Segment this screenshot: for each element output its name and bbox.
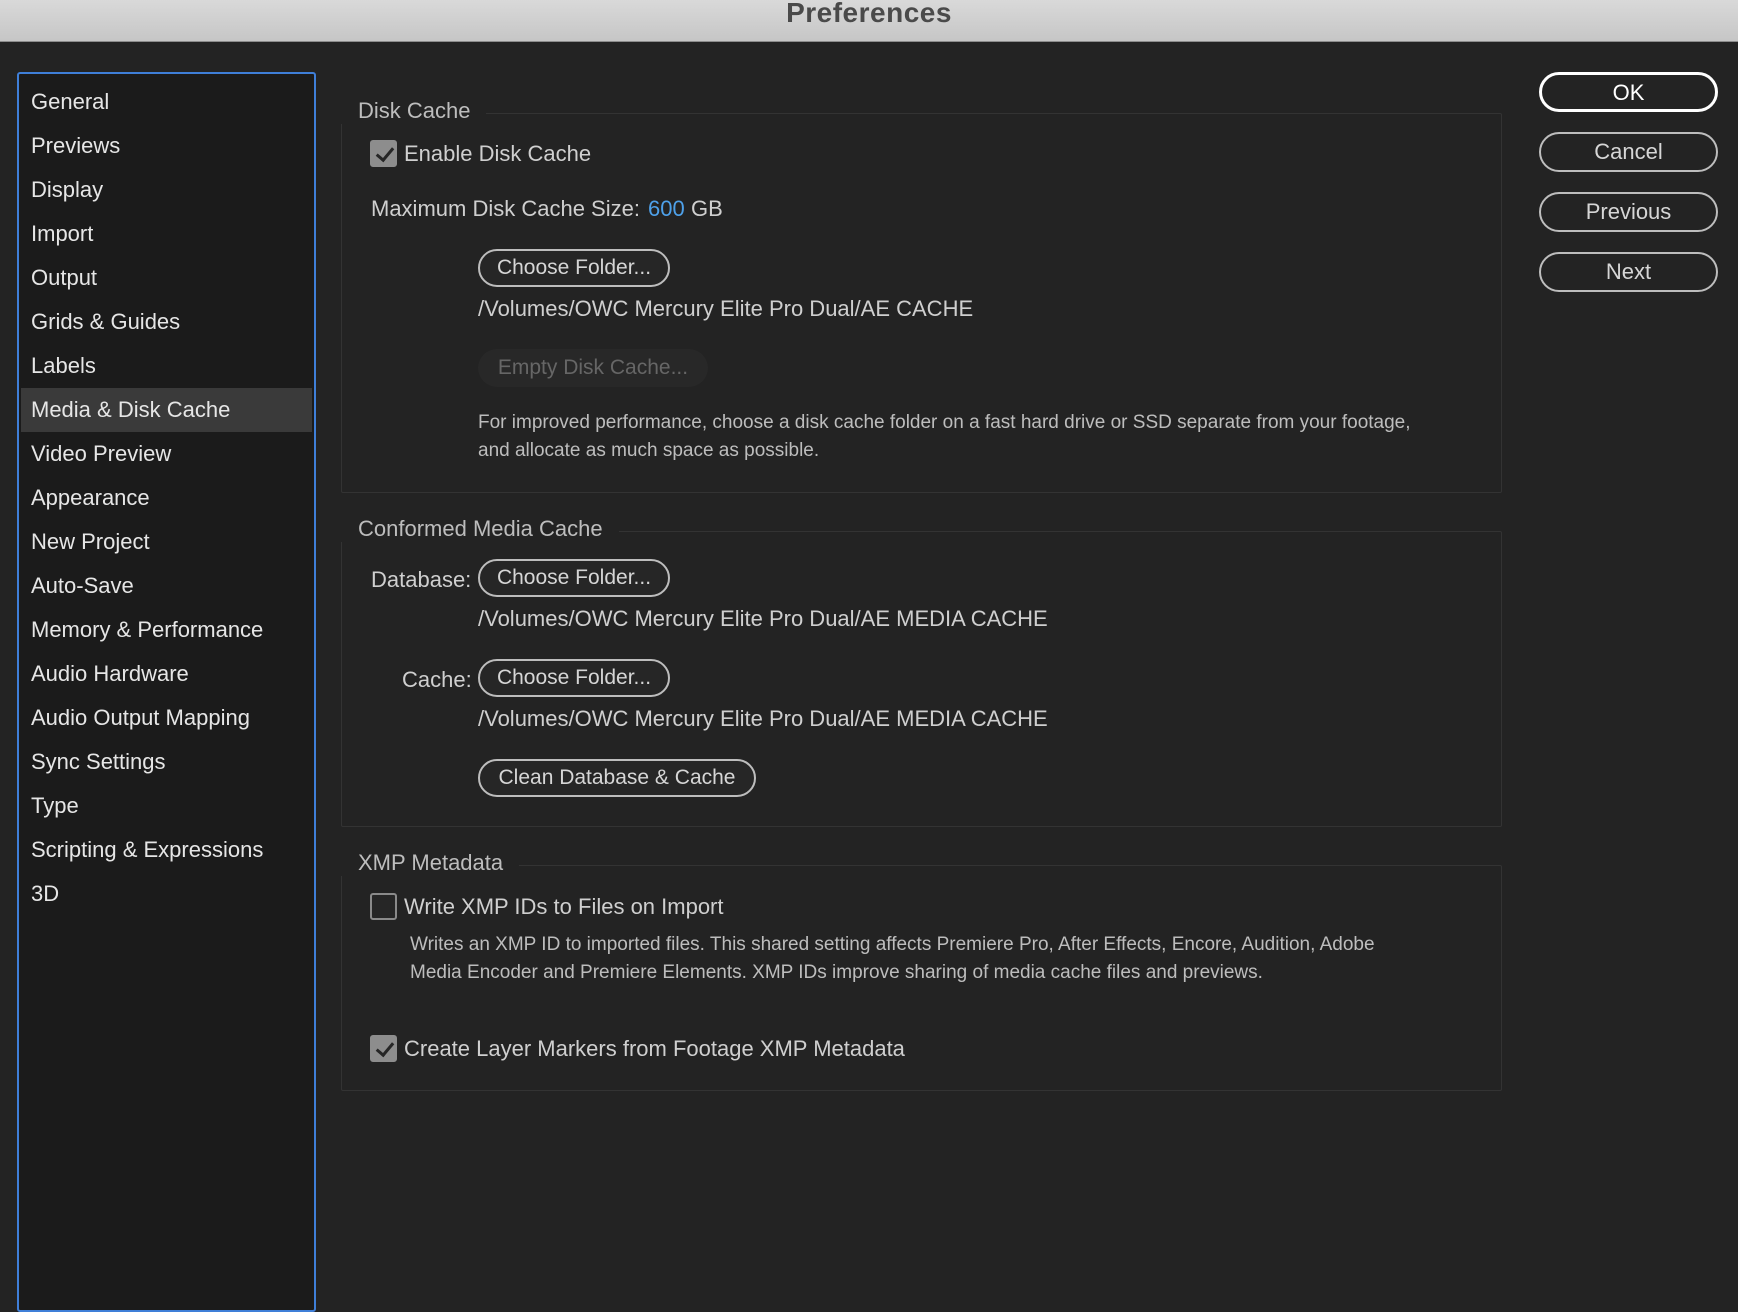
sidebar-item-media-disk-cache[interactable]: Media & Disk Cache bbox=[21, 388, 312, 432]
sidebar-item-output[interactable]: Output bbox=[21, 256, 312, 300]
create-layer-markers-checkbox[interactable] bbox=[370, 1035, 397, 1062]
previous-button[interactable]: Previous bbox=[1539, 192, 1718, 232]
sidebar-item-display[interactable]: Display bbox=[21, 168, 312, 212]
disk-cache-title: Disk Cache bbox=[341, 98, 487, 124]
cache-label: Cache: bbox=[402, 667, 472, 692]
disk-cache-help-line-2: and allocate as much space as possible. bbox=[478, 440, 820, 461]
cancel-button[interactable]: Cancel bbox=[1539, 132, 1718, 172]
sidebar-item-video-preview[interactable]: Video Preview bbox=[21, 432, 312, 476]
title-bar: Preferences bbox=[0, 0, 1738, 42]
sidebar-item-sync-settings[interactable]: Sync Settings bbox=[21, 740, 312, 784]
max-disk-cache-label: Maximum Disk Cache Size: bbox=[371, 196, 640, 221]
enable-disk-cache-checkbox[interactable] bbox=[370, 140, 397, 167]
write-xmp-ids-description: Writes an XMP ID to imported files. This… bbox=[410, 931, 1470, 987]
clean-database-cache-button[interactable]: Clean Database & Cache bbox=[478, 759, 756, 797]
sidebar-item-auto-save[interactable]: Auto-Save bbox=[21, 564, 312, 608]
sidebar-item-grids-guides[interactable]: Grids & Guides bbox=[21, 300, 312, 344]
next-button[interactable]: Next bbox=[1539, 252, 1718, 292]
sidebar-item-audio-output-mapping[interactable]: Audio Output Mapping bbox=[21, 696, 312, 740]
max-disk-cache-value[interactable]: 600 bbox=[648, 196, 685, 222]
disk-cache-choose-folder-button[interactable]: Choose Folder... bbox=[478, 249, 670, 287]
sidebar-item-type[interactable]: Type bbox=[21, 784, 312, 828]
sidebar-item-previews[interactable]: Previews bbox=[21, 124, 312, 168]
cache-path: /Volumes/OWC Mercury Elite Pro Dual/AE M… bbox=[478, 706, 1048, 731]
sidebar-item-new-project[interactable]: New Project bbox=[21, 520, 312, 564]
sidebar-item-import[interactable]: Import bbox=[21, 212, 312, 256]
max-disk-cache-unit: GB bbox=[691, 196, 723, 221]
conformed-media-cache-title: Conformed Media Cache bbox=[341, 516, 619, 542]
disk-cache-path: /Volumes/OWC Mercury Elite Pro Dual/AE C… bbox=[478, 296, 974, 321]
cache-choose-folder-button[interactable]: Choose Folder... bbox=[478, 659, 670, 697]
enable-disk-cache-label: Enable Disk Cache bbox=[404, 141, 592, 166]
empty-disk-cache-button[interactable]: Empty Disk Cache... bbox=[478, 349, 708, 387]
sidebar-item-scripting-expressions[interactable]: Scripting & Expressions bbox=[21, 828, 312, 872]
sidebar-item-memory-performance[interactable]: Memory & Performance bbox=[21, 608, 312, 652]
sidebar-item-labels[interactable]: Labels bbox=[21, 344, 312, 388]
sidebar-item-general[interactable]: General bbox=[21, 80, 312, 124]
window-title: Preferences bbox=[786, 0, 952, 28]
sidebar-item-audio-hardware[interactable]: Audio Hardware bbox=[21, 652, 312, 696]
write-xmp-ids-desc-line-2: Media Encoder and Premiere Elements. XMP… bbox=[410, 962, 1263, 983]
write-xmp-ids-desc-line-1: Writes an XMP ID to imported files. This… bbox=[410, 934, 1375, 955]
disk-cache-help-text: For improved performance, choose a disk … bbox=[478, 409, 1488, 465]
database-label: Database: bbox=[371, 567, 472, 592]
write-xmp-ids-label: Write XMP IDs to Files on Import bbox=[404, 894, 724, 919]
sidebar-item-3d[interactable]: 3D bbox=[21, 872, 312, 916]
create-layer-markers-label: Create Layer Markers from Footage XMP Me… bbox=[404, 1036, 905, 1061]
database-path: /Volumes/OWC Mercury Elite Pro Dual/AE M… bbox=[478, 606, 1048, 631]
ok-button[interactable]: OK bbox=[1539, 72, 1718, 112]
disk-cache-help-line-1: For improved performance, choose a disk … bbox=[478, 412, 1411, 433]
database-choose-folder-button[interactable]: Choose Folder... bbox=[478, 559, 670, 597]
write-xmp-ids-checkbox[interactable] bbox=[370, 893, 397, 920]
xmp-metadata-title: XMP Metadata bbox=[341, 850, 520, 876]
sidebar-item-appearance[interactable]: Appearance bbox=[21, 476, 312, 520]
preferences-sidebar: General Previews Display Import Output G… bbox=[17, 72, 316, 1312]
